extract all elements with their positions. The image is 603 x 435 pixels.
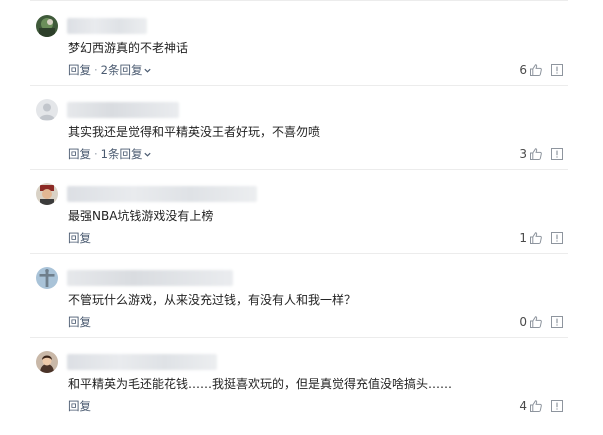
like-count: 3 xyxy=(519,147,527,161)
separator-dot: · xyxy=(94,147,98,161)
username-blurred[interactable] xyxy=(67,270,233,286)
top-divider xyxy=(30,0,568,1)
comment-tools: 6 xyxy=(519,62,563,78)
comment-tools: 1 xyxy=(519,230,563,246)
thumbs-up-icon[interactable] xyxy=(529,147,543,161)
comment-text: 梦幻西游真的不老神话 xyxy=(68,41,189,55)
like-count: 4 xyxy=(519,399,527,413)
comment-item: 梦幻西游真的不老神话 回复 · 2条回复 6 xyxy=(0,2,603,86)
view-replies-label: 1条回复 xyxy=(100,147,143,161)
reply-button[interactable]: 回复 xyxy=(68,230,91,246)
comment-item: 和平精英为毛还能花钱……我挺喜欢玩的，但是真觉得充值没啥搞头…… 回复 4 xyxy=(0,338,603,422)
comment-tools: 4 xyxy=(519,398,563,414)
view-replies-button[interactable]: 1条回复 xyxy=(101,146,153,162)
chevron-down-icon xyxy=(144,152,152,157)
comment-item: 最强NBA坑钱游戏没有上榜 回复 1 xyxy=(0,170,603,254)
like-count: 1 xyxy=(519,231,527,245)
username-blurred[interactable] xyxy=(67,354,217,370)
report-icon[interactable] xyxy=(551,232,563,244)
comment-actions: 回复 · 1条回复 xyxy=(68,146,152,162)
comment-actions: 回复 · 2条回复 xyxy=(68,62,152,78)
comment-tools: 0 xyxy=(519,314,563,330)
username-blurred[interactable] xyxy=(67,186,257,202)
user-avatar-icon[interactable] xyxy=(36,183,58,205)
comment-tools: 3 xyxy=(519,146,563,162)
view-replies-button[interactable]: 2条回复 xyxy=(101,62,153,78)
report-icon[interactable] xyxy=(551,316,563,328)
username-blurred[interactable] xyxy=(67,18,147,34)
report-icon[interactable] xyxy=(551,400,563,412)
thumbs-up-icon[interactable] xyxy=(529,231,543,245)
separator-dot: · xyxy=(94,63,98,77)
default-avatar-icon[interactable] xyxy=(36,99,58,121)
user-avatar-icon[interactable] xyxy=(36,15,58,37)
comment-actions: 回复 xyxy=(68,314,91,330)
thumbs-up-icon[interactable] xyxy=(529,399,543,413)
thumbs-up-icon[interactable] xyxy=(529,63,543,77)
user-avatar-icon[interactable] xyxy=(36,351,58,373)
comment-text: 不管玩什么游戏，从来没充过钱，有没有人和我一样？ xyxy=(68,293,357,307)
comment-item: 不管玩什么游戏，从来没充过钱，有没有人和我一样？ 回复 0 xyxy=(0,254,603,338)
thumbs-up-icon[interactable] xyxy=(529,315,543,329)
like-count: 6 xyxy=(519,63,527,77)
username-blurred[interactable] xyxy=(67,102,179,118)
like-count: 0 xyxy=(519,315,527,329)
chevron-down-icon xyxy=(144,68,152,73)
reply-button[interactable]: 回复 xyxy=(68,62,91,78)
report-icon[interactable] xyxy=(551,64,563,76)
comment-actions: 回复 xyxy=(68,398,91,414)
comment-text: 和平精英为毛还能花钱……我挺喜欢玩的，但是真觉得充值没啥搞头…… xyxy=(68,377,453,391)
reply-button[interactable]: 回复 xyxy=(68,398,91,414)
comment-text: 其实我还是觉得和平精英没王者好玩，不喜勿喷 xyxy=(68,125,321,139)
comment-actions: 回复 xyxy=(68,230,91,246)
reply-button[interactable]: 回复 xyxy=(68,146,91,162)
comment-item: 其实我还是觉得和平精英没王者好玩，不喜勿喷 回复 · 1条回复 3 xyxy=(0,86,603,170)
user-avatar-icon[interactable] xyxy=(36,267,58,289)
reply-button[interactable]: 回复 xyxy=(68,314,91,330)
report-icon[interactable] xyxy=(551,148,563,160)
comment-text: 最强NBA坑钱游戏没有上榜 xyxy=(68,209,214,223)
view-replies-label: 2条回复 xyxy=(100,63,143,77)
